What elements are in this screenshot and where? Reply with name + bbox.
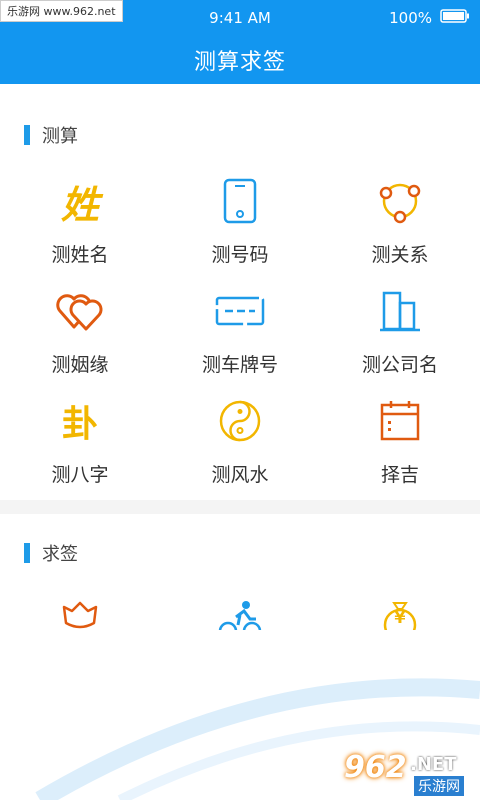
bazi-glyph-icon: 卦 bbox=[61, 403, 98, 445]
section-title: 求签 bbox=[42, 544, 78, 565]
calendar-icon bbox=[375, 396, 425, 446]
grid-item-name[interactable]: 姓 测姓名 bbox=[0, 172, 160, 282]
name-glyph-icon: 姓 bbox=[60, 181, 99, 227]
grid-item-fengshui[interactable]: 测风水 bbox=[160, 392, 320, 502]
grid-item-money-bag[interactable]: ¥ bbox=[320, 590, 480, 630]
section-divider bbox=[0, 500, 480, 514]
grid-item-phone[interactable]: 测号码 bbox=[160, 172, 320, 282]
money-bag-icon: ¥ bbox=[375, 594, 425, 630]
battery-icon bbox=[440, 9, 470, 27]
lotus-icon bbox=[55, 594, 105, 630]
status-right: 100% bbox=[389, 9, 470, 27]
relationship-icon bbox=[375, 176, 425, 226]
section-accent-bar bbox=[24, 125, 30, 145]
section-title: 测算 bbox=[42, 126, 78, 147]
battery-percent: 100% bbox=[389, 9, 432, 27]
grid-item-bazi[interactable]: 卦 测八字 bbox=[0, 392, 160, 502]
grid-item-lotus[interactable] bbox=[0, 590, 160, 630]
watermark-number: 962 bbox=[344, 750, 407, 785]
watermark-sub: 乐游网 bbox=[414, 776, 464, 796]
grid-item-license-plate[interactable]: 测车牌号 bbox=[160, 282, 320, 392]
grid-item-label: 测姓名 bbox=[51, 244, 109, 266]
license-plate-icon bbox=[215, 286, 265, 336]
site-watermark: 乐游网 www.962.net bbox=[0, 0, 123, 22]
cesuan-grid: 姓 测姓名 测号码 测关系 测姻缘 测车牌号 测公司名 卦 测八字 测风水 择吉 bbox=[0, 172, 480, 502]
page-title: 测算求签 bbox=[193, 50, 286, 75]
section-header-cesuan: 测算 bbox=[24, 122, 78, 148]
qiuqian-grid: ¥ bbox=[0, 590, 480, 630]
section-accent-bar bbox=[24, 543, 30, 563]
grid-item-label: 测姻缘 bbox=[51, 354, 109, 376]
grid-item-label: 测风水 bbox=[211, 464, 269, 486]
yin-yang-icon bbox=[215, 396, 265, 446]
bottom-watermark: 962 .NET 乐游网 bbox=[344, 748, 476, 796]
hearts-icon bbox=[55, 286, 105, 336]
section-header-qiuqian: 求签 bbox=[24, 540, 78, 566]
grid-item-relationship[interactable]: 测关系 bbox=[320, 172, 480, 282]
grid-item-label: 测公司名 bbox=[361, 354, 438, 376]
grid-item-label: 测车牌号 bbox=[201, 354, 278, 376]
grid-item-marriage[interactable]: 测姻缘 bbox=[0, 282, 160, 392]
building-icon bbox=[375, 286, 425, 336]
phone-icon bbox=[215, 176, 265, 226]
grid-item-label: 测关系 bbox=[371, 244, 429, 266]
grid-item-auspicious-day[interactable]: 择吉 bbox=[320, 392, 480, 502]
grid-item-label: 测号码 bbox=[211, 244, 269, 266]
watermark-suffix: .NET bbox=[410, 754, 457, 775]
grid-item-cyclist[interactable] bbox=[160, 590, 320, 630]
grid-item-company[interactable]: 测公司名 bbox=[320, 282, 480, 392]
cyclist-icon bbox=[215, 594, 265, 630]
grid-item-label: 择吉 bbox=[380, 464, 419, 486]
grid-item-label: 测八字 bbox=[51, 464, 109, 486]
